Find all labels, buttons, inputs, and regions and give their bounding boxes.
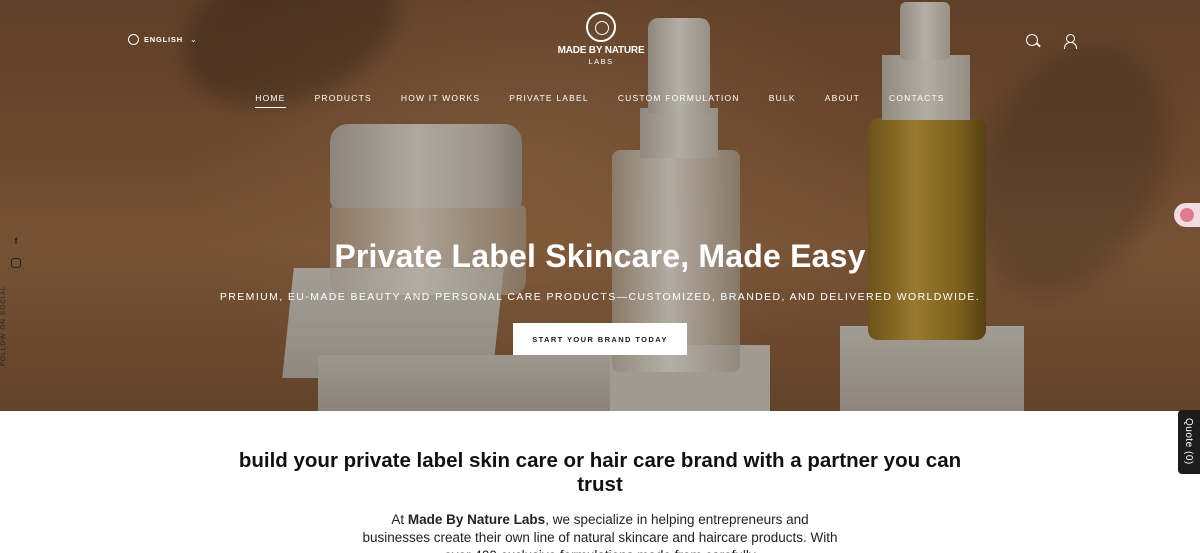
nav-item-custom-formulation[interactable]: CUSTOM FORMULATION xyxy=(603,93,754,103)
quote-tab-label: Quote (0) xyxy=(1183,418,1194,465)
floating-chat-badge[interactable] xyxy=(1174,203,1200,227)
start-brand-button[interactable]: START YOUR BRAND TODAY xyxy=(513,323,687,355)
nav-item-how-it-works[interactable]: HOW IT WORKS xyxy=(386,93,494,103)
search-icon[interactable] xyxy=(1024,32,1041,49)
nav-item-bulk[interactable]: BULK xyxy=(754,93,810,103)
hero-title: Private Label Skincare, Made Easy xyxy=(334,238,866,274)
nav-item-home[interactable]: HOME xyxy=(241,93,300,108)
nav-item-contacts[interactable]: CONTACTS xyxy=(875,93,960,103)
social-sidebar: f FOLLOW ON SOCIAL xyxy=(0,236,22,366)
nav-item-about[interactable]: ABOUT xyxy=(810,93,874,103)
nav-item-products[interactable]: PRODUCTS xyxy=(300,93,386,103)
logo-sub: LABS xyxy=(588,57,614,66)
follow-social-label: FOLLOW ON SOCIAL xyxy=(0,285,7,366)
hero-subtitle: PREMIUM, EU-MADE BEAUTY AND PERSONAL CAR… xyxy=(219,291,981,303)
intro-lead: At xyxy=(391,512,408,527)
intro-brand: Made By Nature Labs xyxy=(407,512,546,527)
logo-mark-icon xyxy=(586,12,616,42)
header-icons xyxy=(1024,32,1078,49)
globe-icon xyxy=(128,34,139,45)
chevron-down-icon: ⌄ xyxy=(189,35,197,44)
section-title: build your private label skin care or ha… xyxy=(238,449,962,496)
logo-name: MADE BY NATURE xyxy=(557,45,645,56)
instagram-icon[interactable] xyxy=(11,258,21,268)
quote-tab[interactable]: Quote (0) xyxy=(1178,410,1200,474)
main-nav: HOME PRODUCTS HOW IT WORKS PRIVATE LABEL… xyxy=(0,88,1200,108)
user-icon[interactable] xyxy=(1061,32,1078,49)
nav-item-private-label[interactable]: PRIVATE LABEL xyxy=(495,93,604,103)
hero-banner: ENGLISH ⌄ MADE BY NATURE LABS HOME PRODU… xyxy=(0,0,1200,411)
facebook-icon[interactable]: f xyxy=(10,236,22,246)
site-logo[interactable]: MADE BY NATURE LABS xyxy=(549,12,653,66)
intro-paragraph: At Made By Nature Labs, we specialize in… xyxy=(360,511,840,553)
language-label: ENGLISH xyxy=(144,35,183,44)
language-selector[interactable]: ENGLISH ⌄ xyxy=(128,34,197,45)
